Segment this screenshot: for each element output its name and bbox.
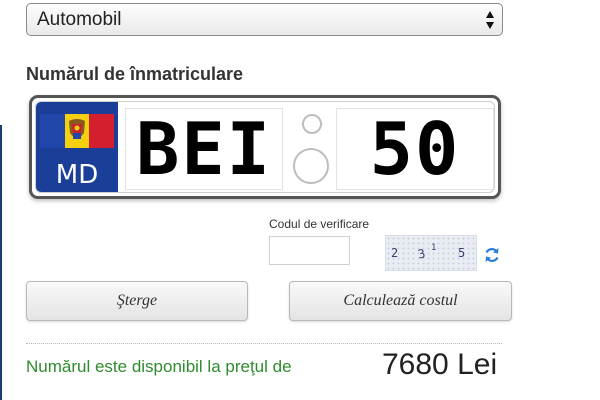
moldova-coat-of-arms-icon xyxy=(69,119,85,139)
availability-message: Numărul este disponibil la preţul de xyxy=(26,357,292,376)
plate-country-code: MD xyxy=(55,160,99,190)
plate-number-field[interactable]: 50 xyxy=(336,107,494,191)
plate-series-field[interactable]: BEI xyxy=(125,107,283,191)
license-plate: MD BEI 50 xyxy=(29,95,501,199)
captcha-digit: 5 xyxy=(458,246,466,260)
captcha-input[interactable] xyxy=(269,236,350,265)
captcha-label: Codul de verificare xyxy=(269,217,370,231)
refresh-icon[interactable] xyxy=(483,246,501,264)
captcha-digit: 1 xyxy=(431,243,437,253)
price-value: 7680 Lei xyxy=(382,348,498,381)
page-left-border xyxy=(0,125,2,400)
plate-bolt-hole-bottom xyxy=(293,148,329,184)
updown-arrows-icon xyxy=(486,11,494,29)
captcha-image: 2 3 1 5 xyxy=(385,235,477,271)
calculate-cost-button[interactable]: Calculează costul xyxy=(289,281,512,321)
plate-section-title: Numărul de înmatriculare xyxy=(26,64,244,84)
clear-button[interactable]: Şterge xyxy=(26,281,248,321)
divider xyxy=(26,343,502,344)
plate-bolt-hole-top xyxy=(302,114,322,134)
vehicle-type-value: Automobil xyxy=(37,8,122,30)
captcha-digit: 3 xyxy=(416,246,427,262)
captcha-digit: 2 xyxy=(391,246,399,260)
vehicle-type-select[interactable]: Automobil xyxy=(26,3,503,36)
plate-country-band: MD xyxy=(36,102,118,192)
